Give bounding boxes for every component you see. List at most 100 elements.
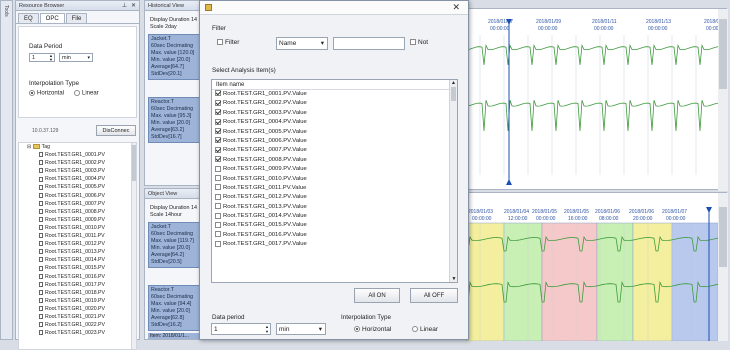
collapse-icon[interactable]: ⊟ [27, 144, 31, 150]
not-checkbox[interactable]: Not [410, 39, 428, 46]
analysis-item-row[interactable]: Root.TEST.GR1_0006.PV.Value [212, 137, 457, 146]
analysis-item-row[interactable]: Root.TEST.GR1_0009.PV.Value [212, 165, 457, 174]
scroll-down-icon[interactable]: ▼ [450, 276, 457, 282]
filter-checkbox[interactable]: Filter [217, 39, 239, 46]
item-checkbox[interactable] [215, 109, 221, 116]
interp-linear-option[interactable]: Linear [74, 90, 99, 97]
tab-eq[interactable]: EQ [18, 13, 39, 23]
item-checkbox[interactable] [215, 212, 221, 219]
filter-check[interactable] [217, 39, 223, 46]
dialog-interp-linear[interactable]: Linear [412, 326, 438, 333]
scrollbar-thumb[interactable] [451, 87, 456, 101]
tree-tag-item[interactable]: Root.TEST.GR1_0008.PV [39, 208, 136, 216]
tree-root-tag[interactable]: ⊟ Tag [27, 143, 136, 151]
analysis-item-row[interactable]: Root.TEST.GR1_0012.PV.Value [212, 193, 457, 202]
item-checkbox[interactable] [215, 128, 221, 134]
item-checkbox[interactable] [215, 203, 221, 210]
all-on-button[interactable]: All ON [354, 288, 400, 303]
tree-tag-item[interactable]: Root.TEST.GR1_0006.PV [39, 192, 136, 200]
scroll-up-icon[interactable]: ▲ [450, 80, 457, 86]
analysis-item-row[interactable]: Root.TEST.GR1_0002.PV.Value [212, 99, 457, 108]
dialog-data-period-unit[interactable]: min ▾ [276, 323, 326, 335]
tree-tag-item[interactable]: Root.TEST.GR1_0019.PV [39, 297, 136, 305]
analysis-item-row[interactable]: Root.TEST.GR1_0015.PV.Value [212, 221, 457, 230]
pin-icon[interactable]: ⊥ [122, 1, 127, 11]
item-checkbox[interactable] [215, 174, 221, 181]
analysis-item-row[interactable]: Root.TEST.GR1_0007.PV.Value [212, 146, 457, 155]
item-checkbox[interactable] [215, 99, 221, 106]
analysis-item-row[interactable]: Root.TEST.GR1_0013.PV.Value [212, 203, 457, 212]
tree-tag-item[interactable]: Root.TEST.GR1_0015.PV [39, 264, 136, 272]
tab-opc[interactable]: OPC [39, 13, 65, 23]
spinner-icon[interactable]: ▲ ▼ [265, 324, 269, 334]
tree-scrollbar[interactable] [131, 143, 136, 349]
interp-horizontal-option[interactable]: Horizontal [29, 90, 64, 97]
bottom-trend-chart[interactable]: 2018/01/03 00:00:00 2018/01/04 12:00:00 2018… [465, 192, 728, 341]
item-checkbox[interactable] [215, 221, 221, 228]
tree-tag-item[interactable]: Root.TEST.GR1_0010.PV [39, 224, 136, 232]
analysis-item-row[interactable]: Root.TEST.GR1_0004.PV.Value [212, 118, 457, 127]
all-off-button[interactable]: All OFF [410, 288, 458, 303]
item-checkbox[interactable] [215, 137, 221, 144]
tree-tag-item[interactable]: Root.TEST.GR1_0016.PV [39, 273, 136, 281]
radio-horizontal[interactable] [29, 90, 35, 96]
analysis-item-row[interactable]: Root.TEST.GR1_0005.PV.Value [212, 128, 457, 137]
disconnect-button[interactable]: DisConnec [96, 125, 136, 136]
dialog-interp-horizontal[interactable]: Horizontal [354, 326, 391, 333]
tree-tag-item[interactable]: Root.TEST.GR1_0012.PV [39, 240, 136, 248]
tree-tag-item[interactable]: Root.TEST.GR1_0009.PV [39, 216, 136, 224]
bottom-trend-svg[interactable]: 2018/01/0300:00:002018/01/0412:00:002018… [466, 193, 728, 341]
analysis-item-row[interactable]: Root.TEST.GR1_0014.PV.Value [212, 212, 457, 221]
item-checkbox[interactable] [215, 240, 221, 247]
analysis-item-row[interactable]: Root.TEST.GR1_0001.PV.Value [212, 90, 457, 99]
tree-tag-item[interactable]: Root.TEST.GR1_0020.PV [39, 305, 136, 313]
tree-tag-item[interactable]: Root.TEST.GR1_0018.PV [39, 289, 136, 297]
analysis-item-row[interactable]: Root.TEST.GR1_0003.PV.Value [212, 109, 457, 118]
close-icon[interactable]: ✕ [131, 1, 136, 11]
item-checkbox[interactable] [215, 231, 221, 238]
tree-tag-item[interactable]: Root.TEST.GR1_0003.PV [39, 167, 136, 175]
tree-tag-item[interactable]: Root.TEST.GR1_0001.PV [39, 151, 136, 159]
tab-file[interactable]: File [65, 13, 88, 23]
analysis-item-row[interactable]: Root.TEST.GR1_0011.PV.Value [212, 184, 457, 193]
top-trend-svg[interactable]: 2018/01/0700:00:002018/01/0900:00:002018… [466, 9, 728, 191]
tree-tag-item[interactable]: Root.TEST.GR1_0011.PV [39, 232, 136, 240]
tree-tag-item[interactable]: Root.TEST.GR1_0005.PV [39, 183, 136, 191]
dialog-data-period-input[interactable]: 1 ▲ ▼ [211, 323, 271, 335]
analysis-item-row[interactable]: Root.TEST.GR1_0016.PV.Value [212, 231, 457, 240]
tree-tag-item[interactable]: Root.TEST.GR1_0017.PV [39, 281, 136, 289]
dialog-close-button[interactable]: ✕ [452, 2, 460, 13]
spinner-icon[interactable]: ▲ ▼ [49, 54, 53, 62]
filter-text-input[interactable] [333, 37, 405, 50]
not-check[interactable] [410, 39, 416, 46]
data-period-input[interactable]: 1 ▲ ▼ [29, 53, 55, 62]
data-period-unit-select[interactable]: min ▾ [59, 53, 93, 62]
tree-tag-item[interactable]: Root.TEST.GR1_0013.PV [39, 248, 136, 256]
scrollbar-thumb[interactable] [132, 145, 136, 181]
item-checkbox[interactable] [215, 90, 221, 97]
tree-tag-item[interactable]: Root.TEST.GR1_0022.PV [39, 321, 136, 329]
analysis-item-row[interactable]: Root.TEST.GR1_0017.PV.Value [212, 240, 457, 249]
object-view-header: Object View [145, 189, 203, 199]
list-scrollbar[interactable]: ▲ ▼ [449, 80, 457, 282]
radio-linear[interactable] [412, 326, 418, 333]
item-checkbox[interactable] [215, 118, 221, 125]
analysis-item-row[interactable]: Root.TEST.GR1_0010.PV.Value [212, 174, 457, 184]
item-checkbox[interactable] [215, 146, 221, 153]
top-trend-chart[interactable]: 2018/01/07 00:00:00 2018/01/09 00:00:00 2018… [465, 8, 728, 191]
item-checkbox[interactable] [215, 156, 221, 163]
analysis-item-row[interactable]: Root.TEST.GR1_0008.PV.Value [212, 156, 457, 165]
tree-tag-item[interactable]: Root.TEST.GR1_0023.PV [39, 329, 136, 337]
tree-tag-item[interactable]: Root.TEST.GR1_0004.PV [39, 175, 136, 183]
tree-tag-item[interactable]: Root.TEST.GR1_0014.PV [39, 256, 136, 264]
item-checkbox[interactable] [215, 193, 221, 200]
tree-tag-item[interactable]: Root.TEST.GR1_0021.PV [39, 313, 136, 321]
tree-tag-item[interactable]: Root.TEST.GR1_0007.PV [39, 200, 136, 208]
radio-horizontal[interactable] [354, 326, 360, 333]
side-strip-label[interactable]: Tools [3, 5, 9, 17]
item-checkbox[interactable] [215, 165, 221, 172]
tree-tag-item[interactable]: Root.TEST.GR1_0002.PV [39, 159, 136, 167]
filter-field-select[interactable]: Name ▾ [276, 37, 328, 50]
item-checkbox[interactable] [215, 184, 221, 191]
radio-linear[interactable] [74, 90, 80, 96]
